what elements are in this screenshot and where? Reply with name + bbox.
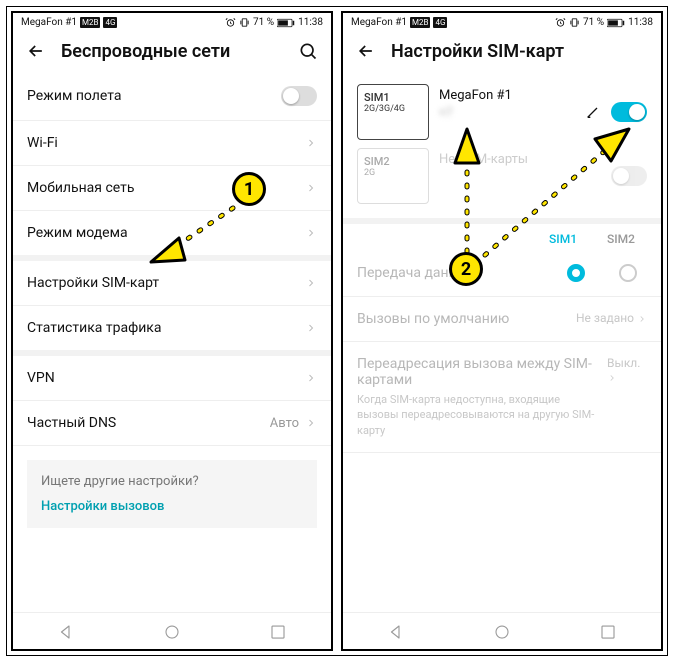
row-value: Авто bbox=[270, 416, 299, 431]
header: Настройки SIM-карт bbox=[343, 30, 661, 72]
row-label: Режим полета bbox=[27, 88, 281, 104]
row-value: Не задано bbox=[576, 311, 634, 325]
page-title: Настройки SIM-карт bbox=[391, 41, 649, 62]
row-airplane[interactable]: Режим полета bbox=[13, 72, 331, 121]
navbar bbox=[13, 612, 331, 649]
alarm-icon bbox=[555, 17, 566, 28]
battery-icon bbox=[277, 18, 295, 28]
badge: 4G bbox=[433, 17, 447, 28]
row-forwarding[interactable]: Переадресация вызова между SIM-картами В… bbox=[343, 342, 661, 453]
chevron-right-icon bbox=[305, 372, 317, 384]
back-icon[interactable] bbox=[25, 40, 47, 62]
vibrate-icon bbox=[569, 17, 580, 28]
nav-recent-icon[interactable] bbox=[265, 623, 291, 641]
chevron-right-icon bbox=[305, 277, 317, 289]
vibrate-icon bbox=[239, 17, 250, 28]
chevron-right-icon bbox=[305, 417, 317, 429]
nav-back-icon[interactable] bbox=[53, 623, 79, 641]
row-vpn[interactable]: VPN bbox=[13, 356, 331, 401]
sim-mode: 2G bbox=[364, 168, 422, 178]
sim-name: SIM1 bbox=[364, 91, 422, 104]
page-title: Беспроводные сети bbox=[61, 41, 283, 62]
row-dns[interactable]: Частный DNS Авто bbox=[13, 401, 331, 446]
search-hint: Ищете другие настройки? Настройки вызово… bbox=[27, 460, 317, 528]
row-label: VPN bbox=[27, 370, 305, 386]
toggle-airplane[interactable] bbox=[281, 86, 317, 106]
chevron-right-icon bbox=[305, 322, 317, 334]
sim-name: SIM2 bbox=[364, 155, 422, 168]
chevron-right-icon bbox=[305, 137, 317, 149]
row-label: Частный DNS bbox=[27, 415, 270, 431]
row-traffic[interactable]: Статистика трафика bbox=[13, 306, 331, 356]
row-label: Переадресация вызова между SIM-картами bbox=[357, 356, 607, 388]
badge: M2B bbox=[410, 17, 430, 28]
statusbar: MegaFon #1 M2B 4G 71 % 11:38 bbox=[343, 13, 661, 30]
nav-recent-icon[interactable] bbox=[595, 623, 621, 641]
search-icon[interactable] bbox=[297, 40, 319, 62]
phone-left: MegaFon #1 M2B 4G 71 % 11:38 bbox=[11, 11, 333, 651]
carrier-label: MegaFon #1 bbox=[21, 17, 77, 28]
row-label: Wi-Fi bbox=[27, 135, 305, 151]
sim-mode: 2G/3G/4G bbox=[364, 104, 422, 114]
nav-home-icon[interactable] bbox=[489, 623, 515, 641]
time-label: 11:38 bbox=[628, 17, 653, 28]
row-desc: Когда SIM-карта недоступна, входящие выз… bbox=[357, 392, 647, 438]
annotation-arrow-1 bbox=[145, 202, 255, 272]
statusbar: MegaFon #1 M2B 4G 71 % 11:38 bbox=[13, 13, 331, 30]
battery-text: 71 % bbox=[253, 17, 274, 28]
header: Беспроводные сети bbox=[13, 30, 331, 72]
navbar bbox=[343, 612, 661, 649]
sim-card-1[interactable]: SIM1 2G/3G/4G bbox=[357, 84, 429, 140]
annotation-1: 1 bbox=[232, 172, 266, 206]
badge: M2B bbox=[80, 17, 100, 28]
row-label: Настройки SIM-карт bbox=[27, 275, 305, 291]
badge: 4G bbox=[103, 17, 117, 28]
alarm-icon bbox=[225, 17, 236, 28]
chevron-right-icon bbox=[305, 227, 317, 239]
back-icon[interactable] bbox=[355, 40, 377, 62]
chevron-right-icon bbox=[305, 182, 317, 194]
sim-card-2[interactable]: SIM2 2G bbox=[357, 148, 429, 204]
row-calls[interactable]: Вызовы по умолчанию Не задано bbox=[343, 297, 661, 342]
nav-back-icon[interactable] bbox=[383, 623, 409, 641]
sim-operator: MegaFon #1 bbox=[439, 88, 575, 103]
battery-text: 71 % bbox=[583, 17, 604, 28]
annotation-arrow-2 bbox=[447, 107, 674, 277]
hint-question: Ищете другие настройки? bbox=[41, 474, 303, 489]
row-wifi[interactable]: Wi-Fi bbox=[13, 121, 331, 166]
hint-link[interactable]: Настройки вызовов bbox=[41, 499, 303, 514]
row-value: Выкл. bbox=[607, 356, 640, 370]
nav-home-icon[interactable] bbox=[159, 623, 185, 641]
carrier-label: MegaFon #1 bbox=[351, 17, 407, 28]
annotation-2: 2 bbox=[449, 252, 483, 286]
row-label: Вызовы по умолчанию bbox=[357, 311, 509, 327]
row-label: Статистика трафика bbox=[27, 320, 305, 336]
time-label: 11:38 bbox=[298, 17, 323, 28]
battery-icon bbox=[607, 18, 625, 28]
